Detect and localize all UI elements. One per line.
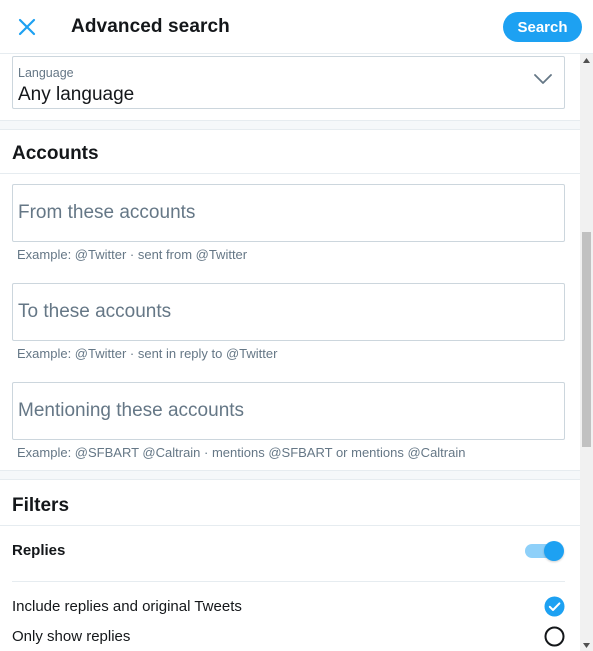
toggle-knob	[544, 541, 564, 561]
scroll-down-arrow-icon[interactable]	[580, 639, 593, 651]
unchecked-radio-icon[interactable]	[544, 626, 565, 647]
close-button[interactable]	[12, 12, 42, 42]
scrollbar[interactable]	[580, 54, 593, 651]
checked-radio-icon[interactable]	[544, 596, 565, 617]
include-replies-option-label: Include replies and original Tweets	[12, 598, 242, 615]
modal-header: Advanced search Search	[0, 0, 593, 54]
replies-toggle[interactable]	[525, 539, 565, 561]
advanced-search-form: Language Any language Accounts Example: …	[0, 54, 580, 651]
to-accounts-input[interactable]	[13, 284, 564, 340]
language-label: Language	[18, 66, 74, 80]
page-title: Advanced search	[71, 16, 230, 37]
mentioning-accounts-field[interactable]	[12, 382, 565, 440]
accounts-section-title: Accounts	[12, 143, 99, 164]
to-accounts-field[interactable]	[12, 283, 565, 341]
from-accounts-field[interactable]	[12, 184, 565, 242]
row-rule	[12, 581, 565, 582]
mentioning-accounts-input[interactable]	[13, 383, 564, 439]
section-divider	[0, 120, 580, 130]
language-value: Any language	[18, 84, 135, 105]
section-rule	[0, 525, 580, 526]
replies-label: Replies	[12, 542, 66, 559]
scrollbar-thumb[interactable]	[582, 232, 591, 447]
only-replies-option-label: Only show replies	[12, 628, 131, 645]
filters-section-title: Filters	[12, 495, 70, 516]
from-accounts-hint: Example: @Twitter · sent from @Twitter	[17, 247, 248, 262]
mentioning-accounts-hint: Example: @SFBART @Caltrain · mentions @S…	[17, 445, 466, 460]
search-button[interactable]: Search	[503, 12, 582, 42]
to-accounts-hint: Example: @Twitter · sent in reply to @Tw…	[17, 346, 278, 361]
from-accounts-input[interactable]	[13, 185, 564, 241]
close-icon	[18, 18, 36, 36]
section-rule	[0, 173, 580, 174]
chevron-down-icon	[534, 74, 552, 84]
section-divider	[0, 470, 580, 480]
scroll-up-arrow-icon[interactable]	[580, 54, 593, 66]
language-select[interactable]: Language Any language	[12, 56, 565, 109]
